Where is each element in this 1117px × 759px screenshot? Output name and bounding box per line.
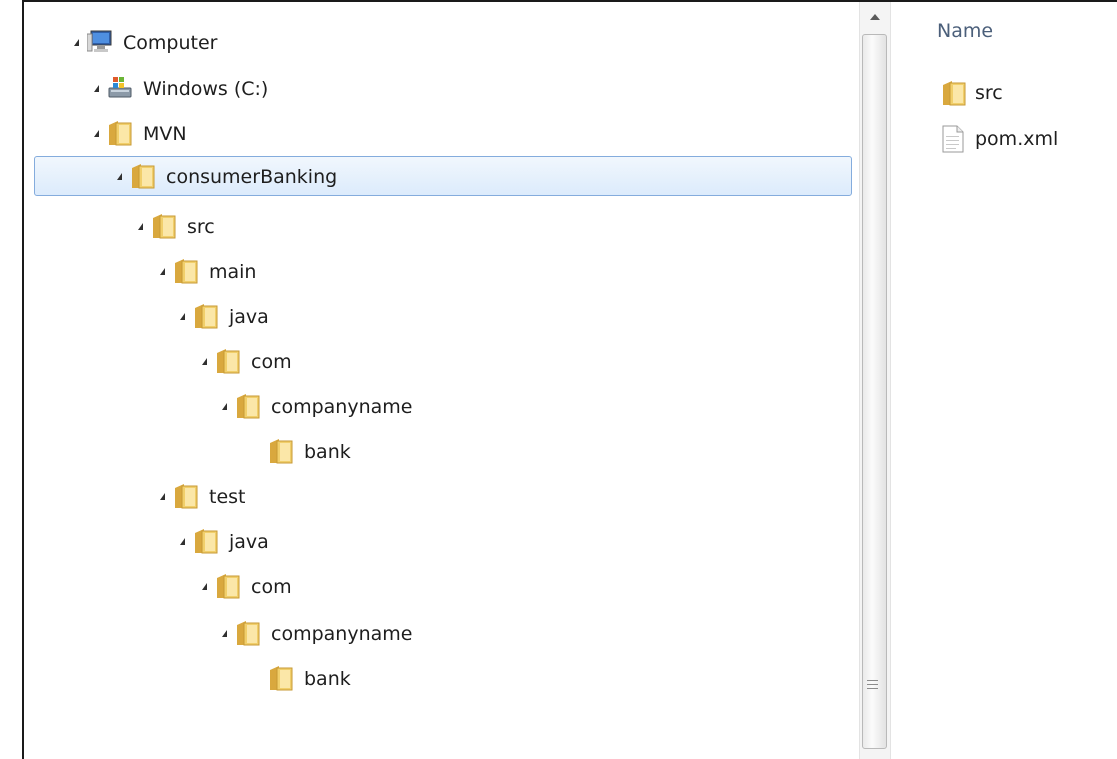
folder-icon [235,619,261,647]
expand-arrow-icon[interactable] [117,172,122,180]
tree-item-main[interactable]: main [160,251,256,291]
tree-item-consumerbanking[interactable]: consumerBanking [34,156,852,196]
expand-arrow-icon[interactable] [160,492,165,500]
tree-item-label: companyname [271,395,413,418]
tree-item-bank[interactable]: bank [255,658,351,698]
tree-item-label: test [209,485,246,508]
arrow-spacer [255,675,260,682]
folder-icon [173,257,199,285]
tree-item-mvn[interactable]: MVN [94,113,187,153]
folder-icon [107,119,133,147]
expand-arrow-icon[interactable] [180,312,185,320]
folder-icon [215,572,241,600]
tree-item-java[interactable]: java [180,521,269,561]
tree-item-computer[interactable]: Computer [74,22,217,62]
expand-arrow-icon[interactable] [222,629,227,637]
column-header-name[interactable]: Name [937,20,993,42]
tree-item-windows-c[interactable]: Windows (C:) [94,68,268,108]
tree-item-label: com [251,575,292,598]
drive-icon [107,74,133,102]
tree-item-src[interactable]: src [138,206,215,246]
tree-item-label: bank [304,440,351,463]
folder-icon [151,212,177,240]
expand-arrow-icon[interactable] [202,582,207,590]
expand-arrow-icon[interactable] [94,129,99,137]
folder-icon [193,527,219,555]
folder-icon [130,162,156,190]
scroll-up-button[interactable] [860,2,890,32]
tree-item-com[interactable]: com [202,341,292,381]
folder-icon [193,302,219,330]
file-name: pom.xml [975,128,1059,150]
tree-item-companyname[interactable]: companyname [222,386,412,426]
tree-item-com[interactable]: com [202,566,292,606]
expand-arrow-icon[interactable] [138,222,143,230]
expand-arrow-icon[interactable] [180,537,185,545]
tree-item-companyname[interactable]: companyname [222,613,412,653]
tree-item-java[interactable]: java [180,296,269,336]
computer-icon [86,28,113,56]
vertical-scrollbar[interactable] [859,2,891,759]
navigation-tree[interactable]: Computer Windows (C:) MVN consumerBankin… [24,2,859,759]
folder-icon [941,79,967,107]
folder-icon [235,392,261,420]
tree-item-label: src [187,215,215,238]
tree-item-label: MVN [143,122,187,145]
tree-item-label: main [209,260,257,283]
folder-icon [268,664,294,692]
file-name: src [975,82,1003,104]
tree-item-test[interactable]: test [160,476,246,516]
tree-item-label: com [251,350,292,373]
arrow-spacer [255,448,260,455]
tree-item-label: Windows (C:) [143,77,269,100]
tree-item-label: Computer [123,31,218,54]
expand-arrow-icon[interactable] [222,402,227,410]
tree-item-bank[interactable]: bank [255,431,351,471]
scroll-thumb[interactable] [862,34,887,749]
grip-icon [867,680,878,690]
expand-arrow-icon[interactable] [160,267,165,275]
expand-arrow-icon[interactable] [202,357,207,365]
chevron-up-icon [870,14,880,20]
tree-item-label: java [229,530,269,553]
tree-item-label: bank [304,667,351,690]
tree-item-label: consumerBanking [166,165,338,188]
tree-item-label: java [229,305,269,328]
expand-arrow-icon[interactable] [74,38,79,46]
expand-arrow-icon[interactable] [94,84,99,92]
tree-item-label: companyname [271,622,413,645]
file-list-pane[interactable]: Name src pom.xml [891,2,1117,759]
file-item-src[interactable]: src [941,76,1003,110]
folder-icon [268,437,294,465]
folder-icon [215,347,241,375]
folder-icon [173,482,199,510]
file-item-pom-xml[interactable]: pom.xml [941,122,1058,156]
document-icon [941,125,967,153]
